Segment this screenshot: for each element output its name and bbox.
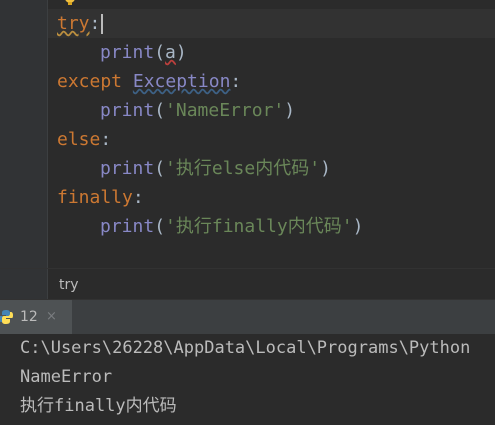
string-literal: '执行else内代码': [165, 158, 321, 179]
code-line-print-nameerror[interactable]: print('NameError'): [100, 96, 295, 125]
code-line-finally[interactable]: finally:: [57, 183, 144, 212]
close-icon[interactable]: ×: [46, 300, 57, 334]
exception-class: Exception: [132, 71, 231, 92]
current-line-highlight: [48, 9, 495, 38]
code-line-else[interactable]: else:: [57, 125, 111, 154]
keyword-else: else: [57, 129, 101, 150]
code-line-print-else[interactable]: print('执行else内代码'): [100, 154, 331, 183]
console-line-nameerror: NameError: [20, 367, 113, 387]
string-literal: '执行finally内代码': [165, 216, 353, 237]
builtin-print: print: [100, 158, 155, 179]
code-line-print-a[interactable]: print(a): [100, 38, 187, 67]
builtin-print: print: [100, 42, 155, 63]
lightbulb-icon[interactable]: [64, 0, 76, 6]
builtin-print: print: [100, 100, 155, 121]
breadcrumb-gutter: [0, 269, 48, 299]
python-icon: [0, 310, 13, 324]
string-literal: 'NameError': [165, 100, 285, 121]
editor-gutter: [0, 0, 48, 268]
code-line-try[interactable]: try:: [57, 9, 104, 38]
builtin-print: print: [100, 216, 155, 237]
keyword-finally: finally: [57, 187, 133, 208]
breadcrumb: try: [0, 268, 495, 299]
code-editor[interactable]: try: print(a) except Exception: print('N…: [0, 0, 495, 268]
text-caret: [101, 14, 104, 34]
keyword-except: except: [57, 71, 123, 92]
breadcrumb-item-try[interactable]: try: [59, 269, 79, 301]
code-line-except[interactable]: except Exception:: [57, 67, 241, 96]
code-line-print-finally[interactable]: print('执行finally内代码'): [100, 212, 363, 241]
keyword-try: try: [57, 13, 90, 34]
run-tab-label: 12: [20, 309, 38, 325]
undefined-name-a: a: [165, 42, 176, 63]
run-tab-12[interactable]: 12 ×: [0, 300, 72, 334]
run-tab-bar: 12 ×: [0, 299, 495, 334]
console-line-finally-output: 执行finally内代码: [20, 396, 177, 416]
run-console[interactable]: C:\Users\26228\AppData\Local\Programs\Py…: [0, 334, 495, 425]
console-line-command: C:\Users\26228\AppData\Local\Programs\Py…: [20, 338, 471, 358]
